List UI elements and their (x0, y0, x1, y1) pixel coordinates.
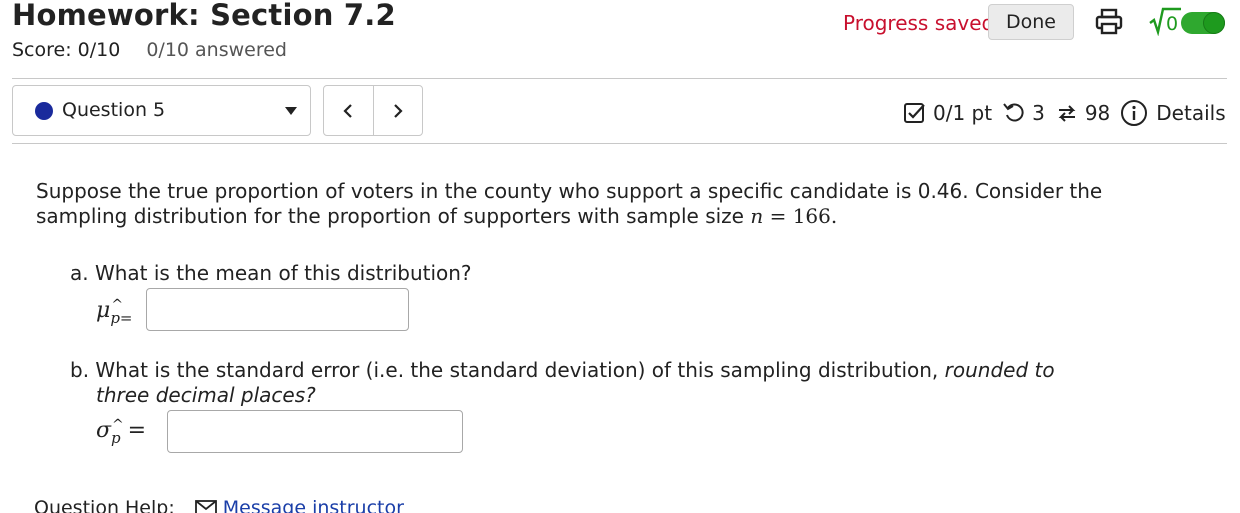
help-label: Question Help: (34, 497, 175, 513)
chevron-left-icon (343, 103, 353, 118)
details-link[interactable]: Details (1156, 101, 1225, 125)
p-hat-subscript: p (110, 309, 120, 327)
info-icon[interactable] (1120, 99, 1148, 127)
prompt-line-1: Suppose the true proportion of voters in… (36, 179, 1103, 203)
mean-label: μp= (96, 298, 133, 327)
progress-status: Progress saved (843, 11, 995, 35)
standard-error-label: σp = (96, 418, 147, 447)
n-equals: = (769, 204, 787, 228)
n-value: 166 (792, 204, 831, 228)
points-value: 0/1 pt (933, 101, 993, 125)
next-question-button[interactable] (372, 86, 422, 135)
mail-icon (194, 500, 217, 513)
previous-question-button[interactable] (324, 86, 373, 135)
prompt-line-2: sampling distribution for the proportion… (36, 204, 838, 228)
question-selector[interactable]: Question 5 (12, 85, 311, 136)
question-help: Question Help: Message instructor (34, 497, 404, 513)
meta-divider (12, 143, 1227, 144)
header-divider (12, 78, 1227, 79)
question-selector-label: Question 5 (62, 99, 166, 121)
part-a-question: a. What is the mean of this distribution… (70, 261, 472, 285)
score-text: Score: 0/10 (12, 39, 121, 61)
standard-error-input[interactable] (167, 410, 463, 453)
svg-text:0: 0 (1166, 13, 1178, 35)
attempts-icon (1058, 105, 1076, 122)
page-title: Homework: Section 7.2 (12, 0, 396, 32)
toggle-knob (1203, 12, 1225, 34)
mu-symbol: μ (96, 298, 111, 323)
attempts-value: 98 (1084, 101, 1111, 125)
score-row: Score: 0/10 0/10 answered (12, 39, 287, 61)
math-input-icon[interactable]: 0 (1148, 6, 1182, 37)
question-status-dot (35, 102, 53, 120)
chevron-right-icon (394, 103, 403, 118)
checkbox-icon (904, 103, 925, 123)
question-meta: 0/1 pt 3 98 Details (903, 97, 1226, 129)
question-nav-group (323, 85, 423, 136)
n-variable: n (750, 204, 764, 228)
retries-value: 3 (1032, 101, 1045, 125)
equals-sign: = (127, 418, 147, 443)
question-prompt: Suppose the true proportion of voters in… (36, 179, 1136, 229)
caret-down-icon (285, 107, 297, 115)
math-toggle[interactable] (1181, 12, 1225, 34)
sigma-symbol: σ (96, 418, 112, 443)
print-icon[interactable] (1094, 8, 1124, 36)
equals-sign: = (119, 309, 133, 327)
part-b-question: b. What is the standard error (i.e. the … (70, 358, 1055, 407)
message-instructor-link[interactable]: Message instructor (223, 497, 404, 513)
retry-icon (1003, 103, 1024, 122)
answered-count: 0/10 answered (146, 39, 287, 61)
done-button[interactable]: Done (988, 4, 1074, 40)
p-hat-subscript: p (111, 429, 121, 447)
mean-input[interactable] (146, 288, 409, 331)
